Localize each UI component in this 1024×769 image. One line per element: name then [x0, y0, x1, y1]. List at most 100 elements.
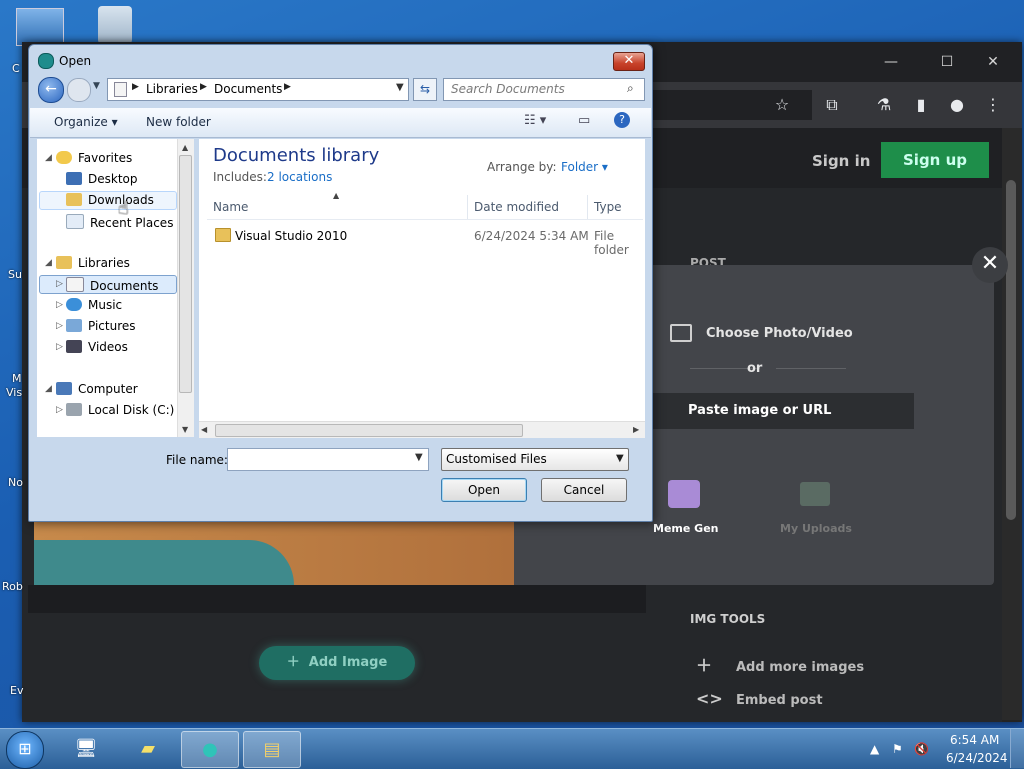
dialog-close-icon[interactable]: ✕	[613, 52, 645, 71]
minimize-icon[interactable]: —	[876, 50, 906, 74]
new-folder-button[interactable]: New folder	[146, 115, 211, 129]
folder-icon[interactable]	[215, 228, 231, 242]
view-options-icon[interactable]: ☷ ▾	[524, 113, 546, 128]
show-desktop-button[interactable]	[1010, 729, 1024, 768]
address-history-chevron-icon[interactable]: ▼	[396, 82, 404, 93]
file-type-select[interactable]: Customised Files ▼	[441, 448, 629, 471]
clock-time[interactable]: 6:54 AM	[950, 733, 999, 747]
nav-favorites[interactable]: Favorites	[56, 151, 132, 165]
organize-menu[interactable]: Organize ▾	[54, 115, 118, 129]
side-panel-icon[interactable]: ▮	[910, 94, 932, 116]
breadcrumb-libraries[interactable]: Libraries	[146, 82, 198, 96]
cancel-button[interactable]: Cancel	[541, 478, 627, 502]
taskbar-sticky-notes[interactable]: ▰	[120, 731, 176, 766]
desktop-label-fragment: Ev	[10, 684, 24, 697]
scroll-right-arrow-icon[interactable]: ▶	[633, 425, 639, 434]
maximize-icon[interactable]: ☐	[932, 50, 962, 74]
downloads-folder-icon	[66, 193, 82, 206]
nav-pane-scroll-thumb[interactable]	[179, 155, 192, 393]
add-more-images-link[interactable]: ＋ Add more images	[696, 652, 864, 676]
labs-flask-icon[interactable]: ⚗	[873, 94, 895, 116]
scroll-down-arrow-icon[interactable]: ▼	[182, 425, 188, 434]
start-orb-icon[interactable]: ⊞	[6, 731, 44, 769]
column-header-name[interactable]: Name	[213, 200, 248, 214]
expand-triangle-icon[interactable]: ▷	[56, 405, 63, 415]
expand-triangle-icon[interactable]: ▷	[56, 342, 63, 352]
search-input[interactable]: Search Documents ⌕	[443, 78, 645, 101]
sign-up-button[interactable]: Sign up	[881, 142, 989, 178]
clock-date[interactable]: 6/24/2024	[946, 751, 1008, 765]
column-header-date[interactable]: Date modified	[474, 200, 559, 214]
refresh-icon[interactable]: ⇆	[413, 78, 437, 101]
dialog-title: Open	[59, 54, 92, 68]
file-row-date[interactable]: 6/24/2024 5:34 AM	[474, 229, 589, 243]
meme-gen-label[interactable]: Meme Gen	[653, 522, 718, 535]
file-name-input[interactable]	[227, 448, 429, 471]
code-brackets-icon: <>	[696, 689, 723, 708]
close-icon[interactable]: ✕	[978, 50, 1008, 74]
expand-triangle-icon[interactable]: ▷	[56, 279, 63, 289]
my-uploads-label[interactable]: My Uploads	[780, 522, 852, 535]
volume-muted-icon[interactable]: 🔇	[914, 742, 929, 756]
expand-triangle-icon[interactable]: ▷	[56, 300, 63, 310]
collapse-triangle-icon[interactable]: ◢	[45, 153, 52, 163]
sign-in-link[interactable]: Sign in	[812, 152, 870, 170]
page-scroll-thumb[interactable]	[1006, 180, 1016, 520]
taskbar-explorer[interactable]: ▤	[243, 731, 301, 768]
recent-locations-chevron-icon[interactable]: ▼	[93, 81, 100, 91]
column-header-type[interactable]: Type	[594, 200, 622, 214]
file-row-name[interactable]: Visual Studio 2010	[235, 229, 347, 243]
nav-libraries[interactable]: Libraries	[56, 256, 130, 270]
expand-triangle-icon[interactable]: ▷	[56, 321, 63, 331]
show-hidden-icons-chevron-icon[interactable]: ▲	[870, 742, 879, 756]
embed-post-link[interactable]: <> Embed post	[696, 689, 823, 708]
collapse-triangle-icon[interactable]: ◢	[45, 258, 52, 268]
photo-icon	[670, 324, 692, 342]
action-center-flag-icon[interactable]: ⚑	[892, 742, 903, 756]
forward-arrow-icon[interactable]	[67, 78, 91, 102]
open-button[interactable]: Open	[441, 478, 527, 502]
h-scroll-thumb[interactable]	[215, 424, 523, 437]
nav-local-disk[interactable]: Local Disk (C:)	[66, 403, 174, 417]
choose-photo-video-button[interactable]: Choose Photo/Video	[706, 326, 853, 341]
address-breadcrumb[interactable]: ▶ Libraries ▶ Documents ▶ ▼	[107, 78, 409, 101]
nav-desktop[interactable]: Desktop	[66, 172, 138, 186]
nav-computer[interactable]: Computer	[56, 382, 138, 396]
column-divider[interactable]	[467, 195, 468, 219]
back-arrow-icon[interactable]: ←	[38, 77, 64, 103]
locations-link[interactable]: 2 locations	[267, 170, 332, 184]
search-placeholder: Search Documents	[451, 82, 565, 96]
meme-gen-icon[interactable]	[668, 480, 700, 508]
paste-image-url-button[interactable]: Paste image or URL	[652, 393, 914, 429]
breadcrumb-chevron-icon[interactable]: ▶	[200, 82, 207, 92]
collapse-triangle-icon[interactable]: ◢	[45, 384, 52, 394]
taskbar-remote-desktop[interactable]: 🖥	[58, 731, 114, 766]
breadcrumb-documents[interactable]: Documents	[214, 82, 282, 96]
column-divider[interactable]	[587, 195, 588, 219]
nav-documents[interactable]: Documents	[66, 277, 158, 293]
my-uploads-icon[interactable]	[800, 482, 830, 506]
extensions-icon[interactable]: ⧉	[821, 94, 843, 116]
nav-videos[interactable]: Videos	[66, 340, 128, 354]
breadcrumb-chevron-icon[interactable]: ▶	[284, 82, 291, 92]
taskbar-browser[interactable]: ●	[181, 731, 239, 768]
computer-desktop-icon[interactable]	[16, 8, 64, 46]
nav-pictures[interactable]: Pictures	[66, 319, 136, 333]
bookmark-star-icon[interactable]: ☆	[771, 94, 793, 116]
breadcrumb-chevron-icon[interactable]: ▶	[132, 82, 139, 92]
scroll-up-arrow-icon[interactable]: ▲	[182, 143, 188, 152]
library-title: Documents library	[213, 145, 380, 166]
help-icon[interactable]: ?	[614, 112, 630, 128]
preview-pane-icon[interactable]: ▭	[578, 113, 590, 128]
recycle-bin-desktop-icon[interactable]	[98, 6, 132, 44]
arrange-by-dropdown[interactable]: Folder ▾	[561, 160, 608, 174]
file-name-history-chevron-icon[interactable]: ▼	[415, 452, 423, 463]
modal-close-icon[interactable]: ✕	[972, 247, 1008, 283]
add-image-button[interactable]: ＋ Add Image	[259, 646, 415, 680]
nav-downloads[interactable]: Downloads	[66, 193, 154, 207]
menu-kebab-icon[interactable]: ⋮	[982, 94, 1004, 116]
file-row-type[interactable]: File folder	[594, 229, 652, 257]
profile-icon[interactable]: ●	[946, 94, 968, 116]
scroll-left-arrow-icon[interactable]: ◀	[201, 425, 207, 434]
nav-music[interactable]: Music	[66, 298, 122, 312]
